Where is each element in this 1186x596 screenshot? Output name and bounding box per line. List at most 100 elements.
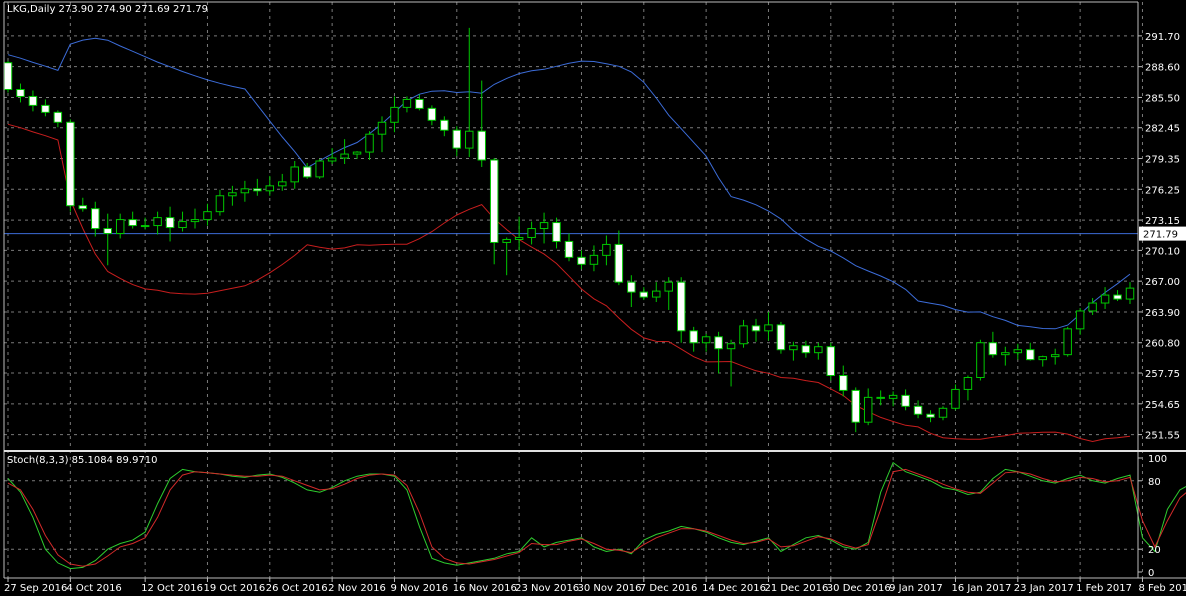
time-tick-label: 27 Sep 2016 — [4, 583, 67, 594]
candle-body — [115, 219, 125, 235]
candle-body — [751, 325, 761, 332]
candle-body — [1063, 328, 1072, 356]
time-tick-label: 30 Dec 2016 — [827, 583, 891, 594]
candle-body — [215, 195, 225, 213]
candle-body — [851, 389, 860, 423]
candle-body — [876, 396, 885, 399]
candle-body — [489, 159, 499, 243]
candle-body — [28, 95, 38, 106]
candle-body — [427, 107, 437, 121]
stochastic-header: Stoch(8,3,3) 85.1084 89.9710 — [7, 455, 158, 466]
time-tick-label: 1 Feb 2017 — [1076, 583, 1132, 594]
candle-body — [839, 375, 848, 391]
price-tick-label: 251.55 — [1145, 431, 1180, 442]
candle-body — [926, 413, 935, 418]
candle-body — [240, 188, 250, 194]
candle-body — [253, 188, 262, 192]
time-tick-label: 14 Dec 2016 — [702, 583, 766, 594]
candle-body — [801, 345, 811, 354]
candle-body — [826, 346, 836, 377]
candle-body — [140, 225, 150, 228]
candle-body — [327, 157, 337, 162]
candle-body — [302, 166, 312, 178]
candle-body — [976, 342, 985, 379]
candle-body — [377, 121, 387, 135]
candle-body — [78, 205, 88, 210]
candle-body — [1050, 354, 1060, 358]
candle-body — [1075, 310, 1085, 330]
candle-body — [963, 377, 973, 390]
stoch-tick-label: 0 — [1148, 568, 1154, 579]
price-tick-label: 291.70 — [1145, 32, 1180, 43]
time-tick-label: 12 Oct 2016 — [141, 583, 203, 594]
candle-body — [652, 290, 661, 298]
candle-body — [477, 130, 486, 161]
candle-body — [91, 208, 100, 230]
candle-body — [589, 254, 599, 265]
candle-body — [440, 119, 449, 131]
candle-body — [402, 98, 412, 108]
time-tick-label: 19 Oct 2016 — [203, 583, 265, 594]
time-tick-label: 8 Feb 2017 — [1138, 583, 1186, 594]
candle-body — [1100, 294, 1110, 304]
candle-body — [764, 324, 773, 332]
candle-body — [714, 336, 723, 350]
time-tick-label: 9 Nov 2016 — [390, 583, 448, 594]
price-tick-label: 260.80 — [1145, 339, 1180, 350]
candle-body — [352, 151, 362, 155]
price-tick-label: 273.15 — [1145, 216, 1180, 227]
candle-body — [265, 185, 275, 192]
time-tick-label: 9 Jan 2017 — [889, 583, 943, 594]
candle-body — [564, 240, 574, 258]
chart-root: 291.70 288.60 285.50 282.45 279.35 276.25 273.… — [0, 0, 1186, 596]
candle-body — [41, 104, 50, 113]
candle-body — [128, 219, 137, 227]
time-tick-label: 30 Nov 2016 — [577, 583, 641, 594]
stoch-tick-label: 80 — [1148, 477, 1161, 488]
stoch-tick-label: 100 — [1148, 454, 1167, 465]
stoch-tick-label: 20 — [1148, 545, 1161, 556]
candle-body — [228, 192, 237, 197]
time-tick-label: 7 Dec 2016 — [640, 583, 698, 594]
candle-body — [602, 243, 611, 256]
price-tick-label: 285.50 — [1145, 93, 1180, 104]
candle-body — [390, 106, 399, 123]
candle-body — [53, 111, 63, 123]
candle-body — [278, 181, 287, 187]
candle-body — [1038, 356, 1047, 361]
time-tick-label: 21 Dec 2016 — [764, 583, 828, 594]
candle-body — [814, 346, 823, 354]
candle-body — [913, 405, 923, 415]
candle-body — [901, 394, 910, 407]
candle-body — [701, 336, 711, 344]
candle-body — [502, 238, 511, 243]
price-tick-label: 288.60 — [1145, 63, 1180, 74]
candle-body — [103, 228, 112, 235]
candle-body — [539, 222, 549, 230]
candle-body — [776, 324, 786, 351]
time-tick-label: 2 Nov 2016 — [328, 583, 386, 594]
candle-body — [1001, 352, 1010, 356]
candle-body — [863, 396, 873, 423]
candle-body — [1013, 349, 1023, 354]
candle-body — [552, 222, 561, 242]
candle-body — [452, 129, 462, 149]
price-chart-header: LKG,Daily 273.90 274.90 271.69 271.79 — [7, 4, 208, 15]
candle-body — [951, 388, 960, 409]
candle-body — [1026, 349, 1035, 361]
price-tick-label: 279.35 — [1145, 155, 1180, 166]
candle-body — [726, 343, 736, 350]
candle-body — [190, 219, 200, 223]
price-tick-label: 276.25 — [1145, 185, 1180, 196]
candle-body — [465, 130, 474, 149]
time-tick-label: 16 Jan 2017 — [951, 583, 1011, 594]
candle-body — [627, 281, 636, 293]
candle-body — [739, 325, 748, 345]
price-tick-label: 257.75 — [1145, 369, 1180, 380]
price-tick-label: 254.65 — [1145, 400, 1180, 411]
candle-body — [614, 243, 624, 283]
candle-body — [527, 228, 536, 238]
time-tick-label: 4 Oct 2016 — [66, 583, 121, 594]
price-tick-label: 263.90 — [1145, 308, 1180, 319]
time-tick-label: 26 Oct 2016 — [266, 583, 328, 594]
